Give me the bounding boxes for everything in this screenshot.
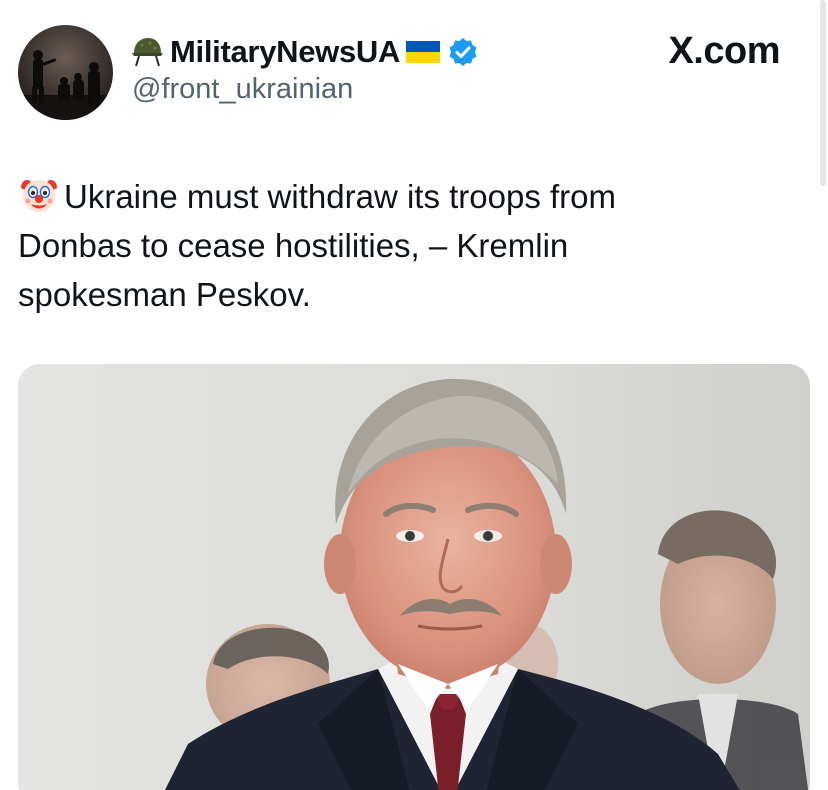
avatar[interactable]	[18, 25, 113, 120]
helmet-icon	[130, 35, 164, 69]
tweet-screenshot: MilitaryNewsUA @front_ukrainian X.com Uk…	[0, 0, 828, 790]
tweet-photo[interactable]	[18, 364, 810, 790]
author-handle[interactable]: @front_ukrainian	[132, 73, 353, 106]
tweet-text-line-3: spokesman Peskov.	[18, 276, 311, 313]
author-name-row[interactable]: MilitaryNewsUA	[130, 30, 478, 74]
tweet-text-line-1: Ukraine must withdraw its troops from	[64, 178, 616, 215]
tweet-text-line: Ukraine must withdraw its troops from	[18, 172, 778, 221]
verified-badge-icon[interactable]	[448, 37, 478, 67]
site-label: X.com	[668, 30, 780, 72]
scrollbar[interactable]	[820, 0, 826, 186]
tweet-text: Ukraine must withdraw its troops from Do…	[18, 172, 778, 319]
author-display-name[interactable]: MilitaryNewsUA	[170, 34, 400, 70]
tweet-text-line-2: Donbas to cease hostilities, – Kremlin	[18, 227, 569, 264]
ukraine-flag-icon	[406, 40, 441, 64]
clown-face-icon	[18, 174, 60, 216]
